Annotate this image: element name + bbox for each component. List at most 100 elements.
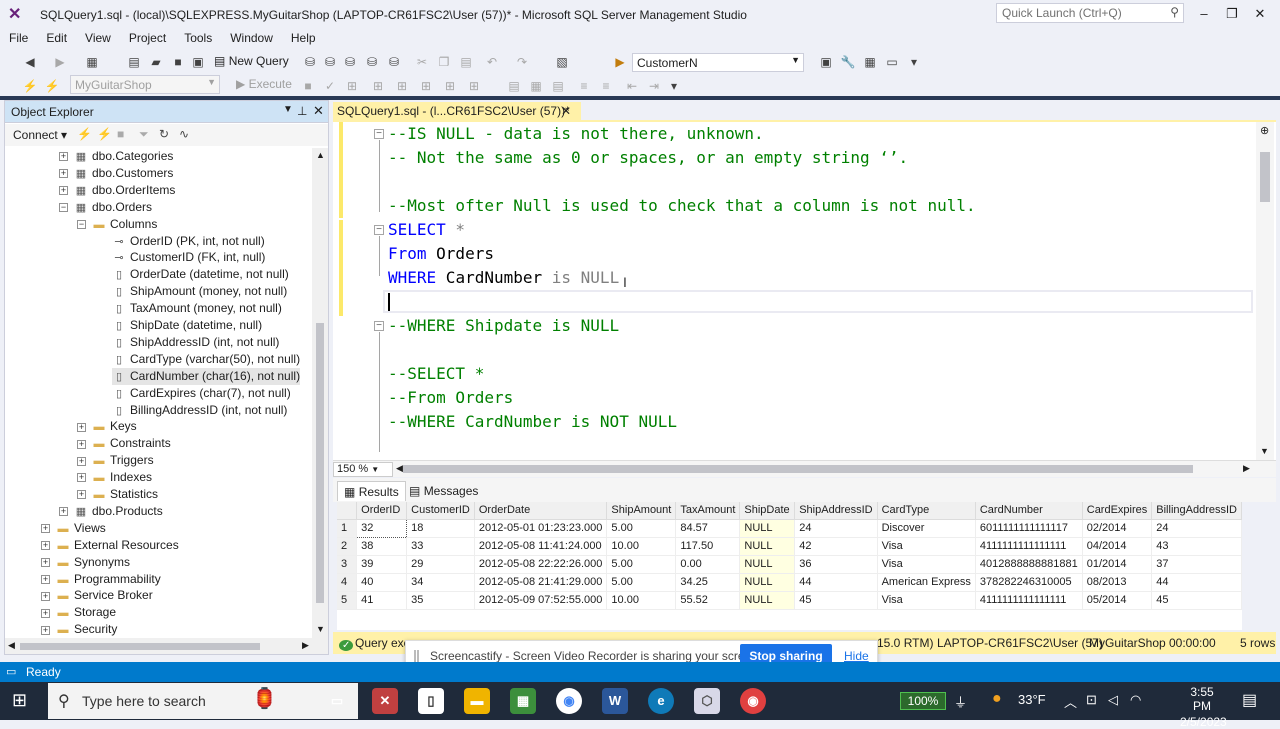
grid-cell[interactable]: NULL <box>739 519 796 538</box>
scroll-up-icon[interactable]: ▲ <box>316 150 325 160</box>
results-grid-icon[interactable]: ▦ <box>528 77 544 95</box>
collapse-region-icon[interactable]: − <box>374 321 384 331</box>
grid-cell[interactable]: Visa <box>877 537 976 556</box>
grid-cell[interactable]: 24 <box>794 519 878 538</box>
expand-icon[interactable]: + <box>77 422 86 432</box>
grid-cell[interactable]: 39 <box>356 555 408 574</box>
tree-node[interactable]: ▯ ShipAmount (money, not null) <box>112 283 287 300</box>
row-number[interactable]: 2 <box>337 537 358 556</box>
table-row[interactable]: 3 39 29 2012-05-08 22:22:26.000 5.00 0.00 NULL… <box>337 555 1242 574</box>
scroll-down-icon[interactable]: ▼ <box>316 624 325 634</box>
expand-icon[interactable]: + <box>41 557 50 567</box>
dmx-query-icon[interactable]: ⛁ <box>342 53 358 71</box>
taskbar-search[interactable]: ⚲ Type here to search <box>48 683 358 719</box>
solution-explorer-icon[interactable]: ▣ <box>818 53 834 71</box>
query-designer-icon[interactable]: ⊞ <box>370 77 386 95</box>
tree-node[interactable]: ▯ CardNumber (char(16), not null) <box>112 367 301 385</box>
minimize-button[interactable]: – <box>1194 4 1214 24</box>
menu-item-file[interactable]: File <box>0 30 37 46</box>
expand-icon[interactable]: + <box>77 456 86 466</box>
grid-cell[interactable]: American Express <box>877 573 976 592</box>
grid-cell[interactable]: 36 <box>794 555 878 574</box>
toolbox-icon[interactable]: ▦ <box>862 53 878 71</box>
grid-cell[interactable]: 2012-05-09 07:52:55.000 <box>474 591 608 610</box>
tree-node[interactable]: + ▦ dbo.Customers <box>59 165 173 182</box>
chrome-icon[interactable]: ◉ <box>556 688 582 714</box>
query-db-icon[interactable]: ⛁ <box>302 53 318 71</box>
grid-cell[interactable]: 08/2013 <box>1082 573 1153 592</box>
grid-cell[interactable]: 41 <box>356 591 408 610</box>
column-header[interactable]: ShipDate <box>739 502 796 520</box>
open-folder-icon[interactable]: ▰ <box>148 53 164 71</box>
intellisense-icon[interactable]: ⊞ <box>394 77 410 95</box>
find-combo[interactable]: CustomerN ▼ <box>632 53 804 72</box>
expand-icon[interactable]: + <box>59 169 68 179</box>
grid-cell[interactable]: 45 <box>1151 591 1242 610</box>
forward-icon[interactable]: ▶ <box>52 53 68 71</box>
tree-node[interactable]: + ▬ Indexes <box>77 469 152 486</box>
grid-cell[interactable]: 33 <box>406 537 475 556</box>
tree-node[interactable]: ▯ ShipDate (datetime, null) <box>112 317 262 334</box>
word-icon[interactable]: W <box>602 688 628 714</box>
column-header[interactable]: OrderDate <box>474 502 608 520</box>
undo-icon[interactable]: ↶ <box>484 53 500 71</box>
client-stats-icon[interactable]: ⊞ <box>466 77 482 95</box>
scroll-thumb[interactable] <box>1260 152 1270 202</box>
file-explorer-icon[interactable]: ▬ <box>464 688 490 714</box>
close-button[interactable]: ✕ <box>1250 4 1270 24</box>
spreadsheet-app-icon[interactable]: ▦ <box>510 688 536 714</box>
expand-icon[interactable]: + <box>41 608 50 618</box>
windows-start-icon[interactable]: ⊞ <box>12 691 27 709</box>
weather-temp[interactable]: 33°F <box>1018 692 1046 707</box>
grid-cell[interactable]: 2012-05-08 11:41:24.000 <box>474 537 608 556</box>
tree-node[interactable]: − ▦ dbo.Orders <box>59 199 152 216</box>
column-header[interactable]: CardExpires <box>1082 502 1153 520</box>
row-number[interactable]: 3 <box>337 555 358 574</box>
grid-cell[interactable]: 2012-05-01 01:23:23.000 <box>474 519 608 538</box>
grid-cell[interactable]: 6011111111111117 <box>975 519 1083 538</box>
grid-cell[interactable]: 42 <box>794 537 878 556</box>
grid-cell[interactable]: 32 <box>356 518 408 538</box>
collapse-region-icon[interactable]: − <box>374 225 384 235</box>
grid-cell[interactable]: 44 <box>794 573 878 592</box>
properties-icon[interactable]: 🔧 <box>840 53 856 71</box>
grid-cell[interactable]: 01/2014 <box>1082 555 1153 574</box>
expand-icon[interactable]: + <box>59 152 68 162</box>
column-header[interactable]: TaxAmount <box>675 502 741 520</box>
grid-cell[interactable]: NULL <box>739 537 796 556</box>
tree-node[interactable]: + ▬ Service Broker <box>41 587 153 604</box>
scroll-thumb[interactable] <box>403 465 1193 473</box>
mdx-query-icon[interactable]: ⛁ <box>322 53 338 71</box>
new-project-icon[interactable]: ▦ <box>84 53 100 71</box>
connect-button[interactable]: Connect ▾ <box>13 128 67 142</box>
column-header[interactable]: CustomerID <box>406 502 475 520</box>
collapse-icon[interactable]: − <box>59 203 68 213</box>
grid-cell[interactable]: 4012888888881881 <box>975 555 1083 574</box>
scroll-down-icon[interactable]: ▼ <box>1260 446 1269 456</box>
restore-button[interactable]: ❐ <box>1222 4 1242 24</box>
grid-cell[interactable]: 45 <box>794 591 878 610</box>
grid-cell[interactable]: 2012-05-08 21:41:29.000 <box>474 573 608 592</box>
notepad-app-icon[interactable]: ▯ <box>418 688 444 714</box>
results-text-icon[interactable]: ▤ <box>506 77 522 95</box>
execute-button[interactable]: ▶ Execute <box>236 77 292 91</box>
tree-node[interactable]: + ▬ Statistics <box>77 486 158 503</box>
tree-node[interactable]: + ▦ dbo.Products <box>59 503 163 520</box>
query-editor[interactable]: − − − --IS NULL - data is not there, unk… <box>333 120 1276 460</box>
menu-item-help[interactable]: Help <box>282 30 325 46</box>
copy-icon[interactable]: ❐ <box>436 53 452 71</box>
window-position-icon[interactable]: ▼ <box>283 104 293 115</box>
grid-cell[interactable]: 5.00 <box>606 573 677 592</box>
tree-node[interactable]: + ▬ Synonyms <box>41 554 130 571</box>
grid-cell[interactable]: 43 <box>1151 537 1242 556</box>
expand-icon[interactable]: + <box>77 473 86 483</box>
column-header[interactable]: ShipAmount <box>606 502 677 520</box>
grid-cell[interactable]: 02/2014 <box>1082 519 1153 538</box>
grid-cell[interactable]: 18 <box>406 519 475 538</box>
tree-node[interactable]: + ▬ Storage <box>41 604 116 621</box>
tree-node[interactable]: + ▬ Constraints <box>77 435 171 452</box>
collapse-icon[interactable]: − <box>77 219 86 229</box>
row-number[interactable]: 4 <box>337 573 358 592</box>
grid-cell[interactable]: 4111111111111111 <box>975 591 1083 610</box>
find-icon[interactable]: ▶ <box>612 53 628 71</box>
